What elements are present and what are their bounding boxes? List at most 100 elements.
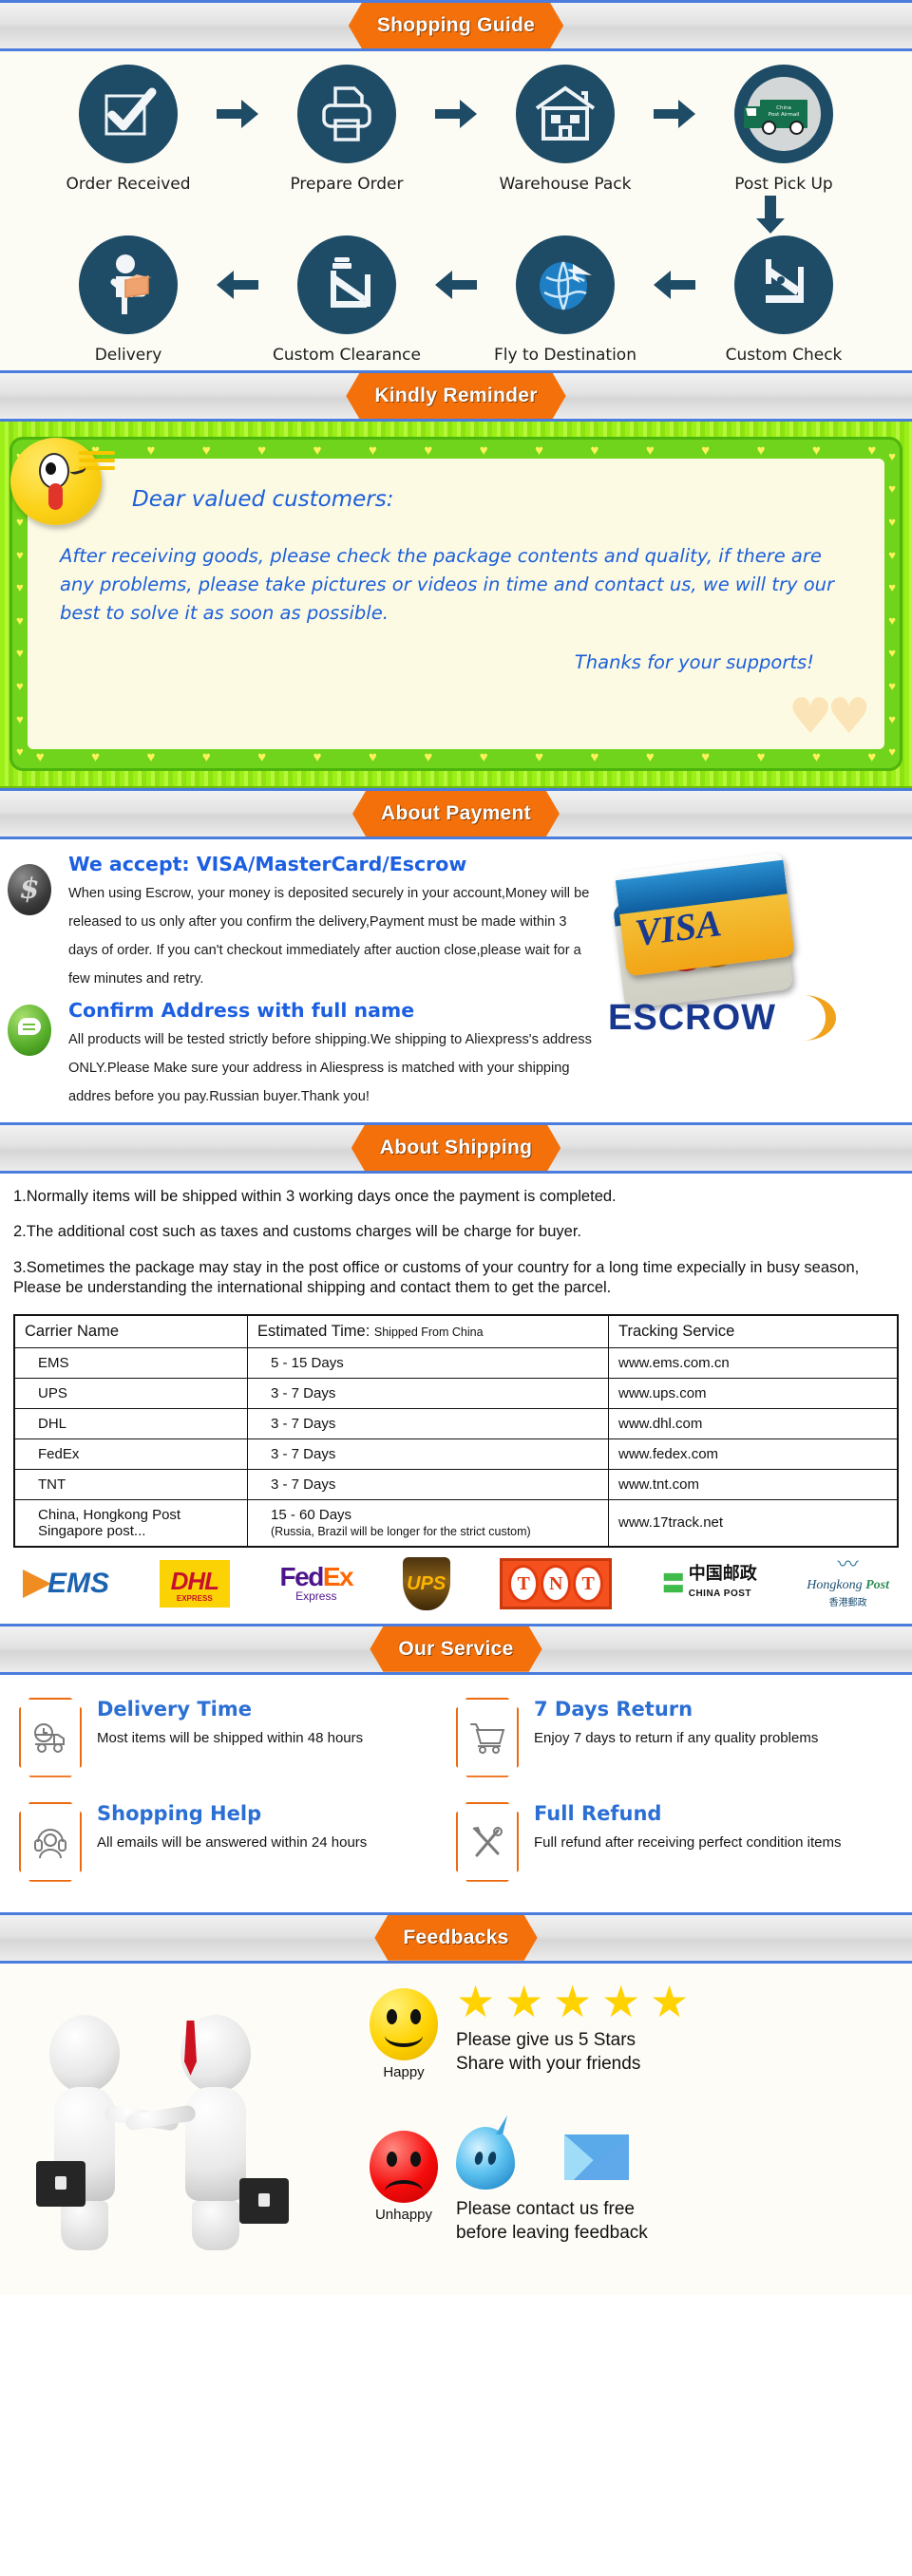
section-header-feedbacks: Feedbacks — [0, 1911, 912, 1964]
table-row: TNT 3 - 7 Days www.tnt.com — [13, 1468, 899, 1500]
cell-time: 5 - 15 Days — [247, 1346, 609, 1379]
custom-check-icon — [734, 235, 833, 334]
star-icon: ★ — [553, 1976, 593, 2026]
guide-step-warehouse-pack: Warehouse Pack — [484, 65, 647, 194]
delivery-truck-icon — [19, 1697, 82, 1777]
star-icon: ★ — [601, 1976, 641, 2026]
payment-body-escrow: When using Escrow, your money is deposit… — [68, 886, 590, 987]
china-post-logo-icon: 〓 中国邮政 CHINA POST — [661, 1564, 757, 1600]
cell-time: 3 - 7 Days — [247, 1407, 609, 1439]
guide-step-label: Order Received — [66, 175, 191, 194]
service-text: Most items will be shipped within 48 hou… — [97, 1729, 364, 1746]
arrow-left-icon — [210, 235, 265, 334]
chat-bubble-icon — [8, 1005, 51, 1056]
payment-heading-address: Confirm Address with full name — [68, 999, 415, 1022]
ems-logo-icon: EMS — [23, 1559, 109, 1608]
hongkong-post-logo-icon: 〰 Hongkong Post 香港郵政 — [807, 1552, 889, 1609]
guide-step-delivery: Delivery — [47, 235, 210, 365]
shopping-cart-icon — [456, 1697, 519, 1777]
cell-tracking: www.dhl.com — [608, 1407, 899, 1439]
shipping-note-2: 2.The additional cost such as taxes and … — [13, 1223, 581, 1241]
guide-step-label: Post Pick Up — [734, 175, 833, 194]
arrow-right-icon — [647, 65, 702, 163]
guide-step-fly-to-destination: Fly to Destination — [484, 235, 647, 365]
cell-time: 3 - 7 Days — [247, 1377, 609, 1409]
happy-text-line2: Share with your friends — [456, 2053, 641, 2074]
shopping-guide-flow: Order Received Prepare Order Warehouse P… — [0, 51, 912, 370]
service-title: Shopping Help — [97, 1801, 262, 1825]
visa-logo-text: VISA — [632, 901, 724, 954]
section-title-about-shipping: About Shipping — [352, 1125, 561, 1171]
table-header-row: Carrier Name Estimated Time: Shipped Fro… — [13, 1314, 899, 1348]
briefcase-icon — [239, 2177, 289, 2224]
guide-step-label: Custom Check — [725, 346, 843, 365]
cell-tracking: www.ems.com.cn — [608, 1346, 899, 1379]
cell-carrier: China, Hongkong Post Singapore post... — [13, 1498, 248, 1548]
guide-row-1: Order Received Prepare Order Warehouse P… — [0, 65, 912, 194]
feedback-row-unhappy: Unhappy Please contact us free before le… — [352, 2121, 912, 2264]
shipping-note-3: 3.Sometimes the package may stay in the … — [13, 1258, 860, 1297]
unhappy-text-line2: before leaving feedback — [456, 2222, 648, 2243]
header-estimated-time: Estimated Time: Shipped From China — [247, 1314, 609, 1348]
section-title-about-payment: About Payment — [352, 791, 560, 837]
guide-step-order-received: Order Received — [47, 65, 210, 194]
feedback-row-happy: Happy ★ ★ ★ ★ ★ Please give us 5 Stars S… — [352, 1979, 912, 2121]
heart-border-right: ♥ ♥ ♥ ♥ ♥ ♥ ♥ ♥ ♥ ♥ — [888, 448, 896, 760]
happy-label: Happy — [383, 2063, 425, 2080]
visa-card-icon: VISA — [614, 852, 795, 977]
cell-carrier: TNT — [13, 1468, 248, 1500]
reminder-title: Dear valued customers: — [132, 487, 394, 512]
section-title-shopping-guide: Shopping Guide — [349, 3, 563, 48]
globe-icon — [516, 235, 615, 334]
cell-carrier: EMS — [13, 1346, 248, 1379]
ups-logo-icon: UPS — [402, 1556, 450, 1610]
section-title-kindly-reminder: Kindly Reminder — [346, 373, 565, 419]
worried-blue-face-icon — [456, 2126, 515, 2190]
cell-carrier: DHL — [13, 1407, 248, 1439]
section-title-feedbacks: Feedbacks — [374, 1915, 537, 1961]
section-header-about-shipping: About Shipping — [0, 1122, 912, 1174]
service-title: 7 Days Return — [534, 1697, 694, 1720]
feedback-section: Happy ★ ★ ★ ★ ★ Please give us 5 Stars S… — [0, 1963, 912, 2295]
cell-tracking: www.17track.net — [608, 1498, 899, 1548]
section-header-about-payment: About Payment — [0, 788, 912, 839]
tools-icon — [456, 1801, 519, 1882]
cell-time: 3 - 7 Days — [247, 1438, 609, 1470]
cell-tracking: www.ups.com — [608, 1377, 899, 1409]
reminder-striped-frame: ♥ ♥ ♥ ♥ ♥ ♥ ♥ ♥ ♥ ♥ ♥ ♥ ♥ ♥ ♥ ♥ ♥ ♥ ♥ ♥ ♥ ♥ ♥ ♥ ♥ ♥ ♥ ♥ ♥ ♥ ♥ ♥ ♥ ♥ ♥ ♥… — [0, 422, 912, 788]
guide-step-label: Custom Clearance — [273, 346, 421, 365]
service-title: Full Refund — [534, 1801, 662, 1825]
businessman-left — [36, 2014, 180, 2250]
checkbox-icon — [79, 65, 178, 163]
header-tracking-service: Tracking Service — [608, 1314, 899, 1348]
service-item-shopping-help: Shopping Help All emails will be answere… — [19, 1793, 456, 1897]
payment-heading-accepted: We accept: VISA/MasterCard/Escrow — [68, 853, 467, 875]
table-row: China, Hongkong Post Singapore post... 1… — [13, 1498, 899, 1548]
escrow-logo: ESCROW — [608, 995, 836, 1041]
handshake-image — [0, 1969, 352, 2295]
printer-icon — [297, 65, 396, 163]
cell-tracking: www.tnt.com — [608, 1468, 899, 1500]
service-text: Enjoy 7 days to return if any quality pr… — [534, 1729, 819, 1746]
post-truck-icon: China Post Airmail — [734, 65, 833, 163]
payment-section: $ We accept: VISA/MasterCard/Escrow When… — [0, 839, 912, 1122]
section-title-our-service: Our Service — [370, 1626, 542, 1672]
guide-step-label: Delivery — [94, 346, 162, 365]
star-icon: ★ — [504, 1976, 544, 2026]
truck-label-line2: Post Airmail — [768, 112, 800, 118]
table-row: EMS 5 - 15 Days www.ems.com.cn — [13, 1346, 899, 1379]
cell-time: 3 - 7 Days — [247, 1468, 609, 1500]
payment-body-address: All products will be tested strictly bef… — [68, 1032, 592, 1104]
five-star-rating: ★ ★ ★ ★ ★ — [456, 1976, 692, 2026]
heart-border-top: ♥♥♥♥♥♥♥♥ ♥♥♥♥♥♥♥♥ — [36, 442, 877, 459]
shipping-section: 1.Normally items will be shipped within … — [0, 1174, 912, 1624]
star-icon: ★ — [650, 1976, 690, 2026]
cell-time: 15 - 60 Days (Russia, Brazil will be lon… — [247, 1498, 609, 1548]
happy-face-icon — [370, 1987, 438, 2060]
guide-step-prepare-order: Prepare Order — [265, 65, 428, 194]
carrier-logos-strip: EMS DHL EXPRESS FedEx Express UPS T N T 〓 — [13, 1553, 899, 1618]
service-section: Delivery Time Most items will be shipped… — [0, 1675, 912, 1912]
reminder-green-frame: ♥ ♥ ♥ ♥ ♥ ♥ ♥ ♥ ♥ ♥ ♥ ♥ ♥ ♥ ♥ ♥ ♥ ♥ ♥ ♥ ♥ ♥ ♥ ♥ ♥ ♥ ♥ ♥ ♥ ♥ ♥ ♥ ♥ ♥ ♥ ♥… — [10, 437, 902, 771]
sad-face-icon — [370, 2130, 438, 2203]
guide-step-label: Prepare Order — [290, 175, 404, 194]
